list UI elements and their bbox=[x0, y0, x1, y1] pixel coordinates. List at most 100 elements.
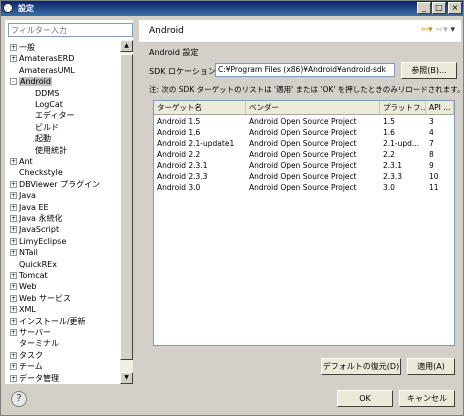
tree-item-label: サーバー bbox=[19, 328, 51, 337]
expand-icon[interactable]: + bbox=[10, 158, 17, 165]
expand-icon[interactable]: + bbox=[10, 180, 17, 188]
tree-item[interactable]: + DBViewer プラグイン bbox=[10, 179, 101, 190]
expand-icon[interactable]: + bbox=[10, 374, 17, 382]
tree-item[interactable]: + Web bbox=[10, 281, 37, 292]
tree-item[interactable]: + NTail bbox=[10, 247, 38, 258]
table-cell: 3.0 bbox=[383, 183, 395, 192]
table-cell: 2.3.1 bbox=[383, 161, 403, 170]
tree-item-label: Java bbox=[19, 191, 36, 201]
dialog-button-bar: ? OK キャンセル bbox=[1, 384, 463, 415]
tree-item[interactable]: + AmaterasERD bbox=[10, 53, 74, 64]
expand-icon[interactable]: + bbox=[10, 215, 17, 222]
expand-icon[interactable]: + bbox=[10, 192, 17, 200]
title-bar[interactable]: 設定 _ □ × bbox=[1, 1, 463, 16]
tree-item-label: LogCat bbox=[35, 100, 63, 109]
tree-item[interactable]: 起動 bbox=[35, 133, 51, 144]
tree-item[interactable]: ビルド bbox=[35, 122, 59, 133]
back-arrow-icon[interactable]: ⇦▾ bbox=[421, 25, 433, 35]
table-cell: Android Open Source Project bbox=[249, 117, 357, 126]
expand-icon[interactable]: + bbox=[10, 55, 17, 63]
browse-button[interactable]: 参照(B)... bbox=[401, 62, 457, 79]
maximize-button[interactable]: □ bbox=[432, 2, 446, 14]
expand-icon[interactable]: + bbox=[10, 203, 17, 211]
tree-item[interactable]: + Ant bbox=[10, 156, 33, 167]
table-cell: Android 2.3.1 bbox=[157, 161, 208, 170]
tree-scrollbar[interactable]: ▲ ▼ bbox=[120, 40, 133, 384]
tree-item[interactable]: + サーバー bbox=[10, 327, 51, 338]
tree-item[interactable]: + Java EE bbox=[10, 202, 49, 213]
table-cell: 4 bbox=[429, 128, 434, 137]
expand-icon[interactable]: + bbox=[10, 272, 17, 279]
expand-icon[interactable]: + bbox=[10, 226, 17, 234]
column-api[interactable]: API ... bbox=[426, 101, 454, 114]
tree-item-label: Web bbox=[19, 282, 37, 292]
tree-item[interactable]: QuickREx bbox=[19, 259, 57, 270]
expand-icon[interactable]: + bbox=[10, 317, 17, 325]
tree-item[interactable]: AmaterasUML bbox=[19, 65, 75, 76]
reload-note: 注: 次の SDK ターゲットのリストは '適用' または 'OK' を押したと… bbox=[149, 85, 464, 94]
table-row[interactable]: Android 1.6 Android Open Source Project 1.… bbox=[154, 127, 454, 138]
tree-item[interactable]: + JavaScript bbox=[10, 224, 59, 235]
expand-icon[interactable]: + bbox=[10, 351, 17, 359]
tree-item[interactable]: DDMS bbox=[35, 88, 59, 99]
close-button[interactable]: × bbox=[448, 2, 462, 14]
tree-item[interactable]: エディター bbox=[35, 110, 74, 121]
collapse-icon[interactable]: - bbox=[10, 78, 17, 86]
expand-icon[interactable]: + bbox=[10, 294, 17, 302]
cancel-button[interactable]: キャンセル bbox=[399, 390, 455, 407]
forward-arrow-icon[interactable]: ⇨▾ bbox=[436, 25, 448, 35]
expand-icon[interactable]: + bbox=[10, 44, 17, 51]
tree-item[interactable]: Checkstyle bbox=[19, 167, 63, 178]
table-row[interactable]: Android 2.1-update1 Android Open Source P… bbox=[154, 138, 454, 149]
tree-item[interactable]: + Java bbox=[10, 190, 36, 201]
page-title: Android bbox=[149, 26, 184, 36]
table-row[interactable]: Android 2.3.3 Android Open Source Project… bbox=[154, 171, 454, 182]
restore-defaults-button[interactable]: デフォルトの復元(D) bbox=[321, 358, 401, 375]
view-menu-icon[interactable]: ▾ bbox=[450, 25, 455, 35]
minimize-button[interactable]: _ bbox=[417, 2, 431, 14]
column-platform[interactable]: プラットフ... bbox=[380, 101, 426, 114]
table-cell: 2.3.3 bbox=[383, 172, 403, 181]
sdk-target-table[interactable]: ターゲット名 ベンダー プラットフ... API ... Android 1.5… bbox=[153, 100, 455, 346]
help-icon[interactable]: ? bbox=[11, 391, 27, 407]
tree-item[interactable]: + Tomcat bbox=[10, 270, 48, 281]
expand-icon[interactable]: + bbox=[10, 249, 17, 257]
tree-item[interactable]: + インストール/更新 bbox=[10, 316, 86, 327]
tree-item-label: Java EE bbox=[19, 202, 49, 212]
tree-item[interactable]: + Web サービス bbox=[10, 293, 71, 304]
tree-item[interactable]: + 一般 bbox=[10, 42, 35, 53]
table-row[interactable]: Android 2.2 Android Open Source Project 2.… bbox=[154, 149, 454, 160]
expand-icon[interactable]: + bbox=[10, 283, 17, 291]
column-target-name[interactable]: ターゲット名 bbox=[154, 101, 246, 114]
sdk-location-input[interactable]: C:¥Program Files (x86)¥Android¥android-s… bbox=[215, 63, 395, 77]
tree-item[interactable]: + Java 永続化 bbox=[10, 213, 62, 224]
tree-item[interactable]: + XML bbox=[10, 304, 36, 315]
tree-item[interactable]: LogCat bbox=[35, 99, 63, 110]
table-row[interactable]: Android 2.3.1 Android Open Source Project… bbox=[154, 160, 454, 171]
tree-item[interactable]: ターミナル bbox=[19, 338, 59, 349]
table-cell: Android 1.6 bbox=[157, 128, 201, 137]
expand-icon[interactable]: + bbox=[10, 306, 17, 314]
scroll-thumb[interactable] bbox=[120, 54, 133, 360]
filter-input[interactable] bbox=[8, 23, 133, 37]
tree-item[interactable]: + データ管理 bbox=[10, 373, 59, 384]
tree-item[interactable]: + LimyEclipse bbox=[10, 236, 66, 247]
scroll-up-icon[interactable]: ▲ bbox=[120, 40, 133, 52]
table-row[interactable]: Android 3.0 Android Open Source Project 3.… bbox=[154, 182, 454, 193]
table-row[interactable]: Android 1.5 Android Open Source Project 1.… bbox=[154, 116, 454, 127]
tree-item[interactable]: + タスク bbox=[10, 350, 43, 361]
ok-button[interactable]: OK bbox=[337, 390, 393, 407]
expand-icon[interactable]: + bbox=[10, 329, 17, 336]
expand-icon[interactable]: + bbox=[10, 363, 17, 371]
tree-item[interactable]: - Android bbox=[10, 76, 52, 87]
tree-item-label: タスク bbox=[19, 350, 43, 360]
tree-item[interactable]: + チーム bbox=[10, 361, 43, 372]
column-vendor[interactable]: ベンダー bbox=[246, 101, 380, 114]
tree-item[interactable]: 使用統計 bbox=[35, 145, 67, 156]
tree-item-label: インストール/更新 bbox=[19, 316, 86, 326]
table-cell: Android Open Source Project bbox=[249, 172, 357, 181]
expand-icon[interactable]: + bbox=[10, 237, 17, 245]
tree-item-label: DBViewer プラグイン bbox=[19, 179, 101, 189]
scroll-down-icon[interactable]: ▼ bbox=[120, 372, 133, 384]
apply-button[interactable]: 適用(A) bbox=[407, 358, 455, 375]
